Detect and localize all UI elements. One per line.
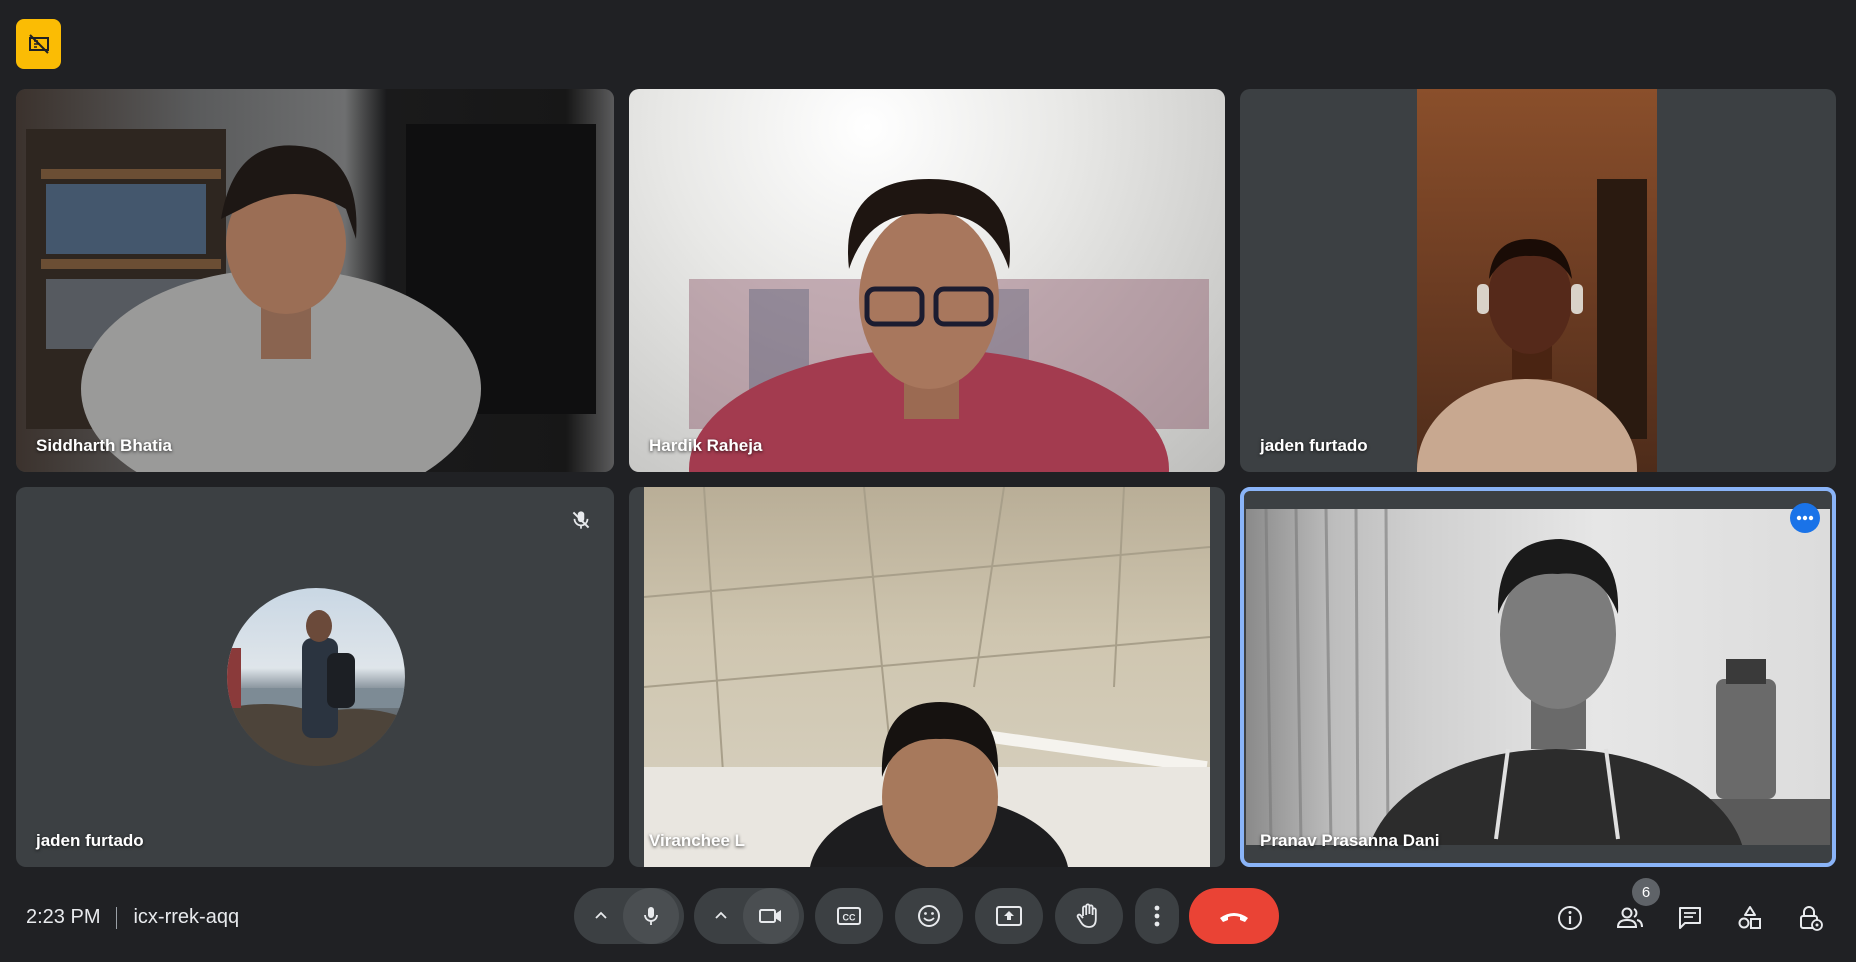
participant-name: Hardik Raheja: [649, 436, 763, 455]
participant-name: jaden furtado: [36, 831, 144, 850]
mic-icon: [644, 907, 658, 925]
video-settings-button[interactable]: [699, 888, 743, 944]
participant-tile[interactable]: Hardik Raheja: [629, 89, 1225, 472]
divider: [116, 906, 118, 929]
no-visual-icon[interactable]: [16, 19, 61, 69]
host-controls-button[interactable]: [1792, 900, 1828, 936]
activities-icon: [1738, 906, 1761, 929]
captions-button[interactable]: CC: [815, 888, 883, 944]
chat-icon: [1679, 907, 1701, 929]
camera-icon: [759, 909, 781, 923]
leave-call-button[interactable]: [1189, 888, 1279, 944]
participant-video: [1246, 509, 1830, 845]
chevron-up-icon: [595, 911, 607, 919]
more-vert-icon: [1154, 905, 1160, 927]
participant-name: Siddharth Bhatia: [36, 436, 173, 455]
chevron-up-icon: [715, 911, 727, 919]
meeting-details-button[interactable]: [1552, 900, 1588, 936]
mic-control-group: [574, 888, 684, 944]
people-icon: [1616, 907, 1643, 928]
participant-video: [644, 487, 1210, 867]
activities-button[interactable]: [1732, 900, 1768, 936]
raise-hand-icon: [1076, 903, 1097, 928]
more-options-icon[interactable]: [1790, 503, 1820, 533]
muted-icon: [568, 507, 594, 533]
mic-button[interactable]: [623, 888, 679, 944]
more-options-button[interactable]: [1135, 888, 1179, 944]
present-button[interactable]: [975, 888, 1043, 944]
participant-tile[interactable]: Siddharth Bhatia: [16, 89, 614, 472]
camera-control-group: [694, 888, 804, 944]
people-button[interactable]: [1612, 900, 1648, 936]
captions-icon: CC: [837, 907, 861, 925]
bottom-toolbar: 2:23 PM icx-rrek-aqq CC 6: [0, 870, 1856, 962]
reactions-button[interactable]: [895, 888, 963, 944]
clock-time: 2:23 PM: [26, 906, 101, 928]
host-controls-icon: [1800, 906, 1823, 931]
end-call-icon: [1220, 913, 1248, 922]
meeting-info: 2:23 PM icx-rrek-aqq: [26, 906, 239, 929]
avatar: [227, 588, 405, 766]
participant-video: [1417, 89, 1657, 472]
participant-tile[interactable]: Viranchee L: [629, 487, 1225, 867]
participant-name: jaden furtado: [1260, 436, 1368, 455]
meet-window: Siddharth Bhatia Hardik Raheja jaden fur…: [0, 0, 1856, 962]
meeting-code[interactable]: icx-rrek-aqq: [133, 906, 239, 929]
participant-name: Viranchee L: [649, 831, 746, 850]
audio-settings-button[interactable]: [579, 888, 623, 944]
svg-text:CC: CC: [843, 913, 856, 923]
participant-video: [16, 89, 614, 472]
participant-tile[interactable]: jaden furtado: [16, 487, 614, 867]
participant-video: [629, 89, 1225, 472]
info-icon: [1558, 906, 1582, 930]
chat-button[interactable]: [1672, 900, 1708, 936]
camera-button[interactable]: [743, 888, 799, 944]
participant-tile-active[interactable]: Pranav Prasanna Dani: [1240, 487, 1836, 867]
participant-tile[interactable]: jaden furtado: [1240, 89, 1836, 472]
present-icon: [996, 906, 1022, 926]
emoji-icon: [918, 905, 940, 927]
raise-hand-button[interactable]: [1055, 888, 1123, 944]
participant-name: Pranav Prasanna Dani: [1260, 831, 1440, 850]
